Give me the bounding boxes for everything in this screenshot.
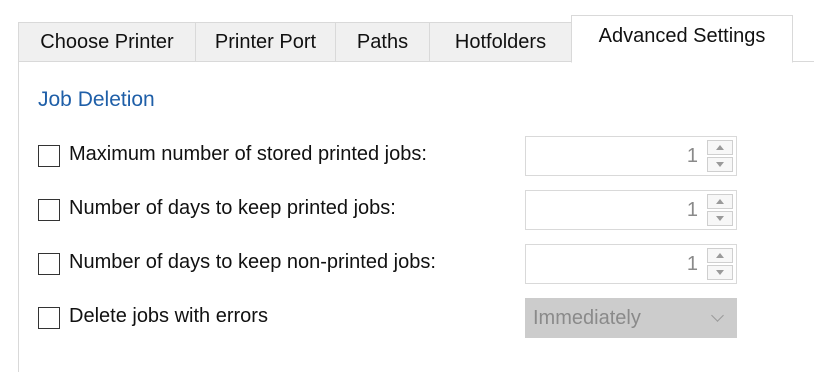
tab-printer-port[interactable]: Printer Port — [195, 22, 336, 62]
days-keep-non-printed-jobs-checkbox[interactable] — [38, 253, 60, 275]
delete-errors-timing-dropdown[interactable]: Immediately — [525, 298, 737, 338]
days-keep-non-printed-jobs-spinbox[interactable]: 1 — [525, 244, 737, 284]
spin-down-button[interactable] — [707, 265, 733, 280]
days-keep-printed-jobs-label: Number of days to keep printed jobs: — [69, 197, 396, 219]
tab-label: Advanced Settings — [598, 25, 766, 47]
row-delete-jobs-with-errors: Delete jobs with errors Immediately — [38, 298, 738, 338]
row-days-keep-non-printed-jobs: Number of days to keep non-printed jobs:… — [38, 244, 738, 284]
row-max-stored-printed-jobs: Maximum number of stored printed jobs: 1 — [38, 136, 738, 176]
spin-down-button[interactable] — [707, 211, 733, 226]
tab-strip: Choose Printer Printer Port Paths Hotfol… — [18, 15, 793, 63]
spinbox-buttons — [707, 140, 733, 172]
triangle-up-icon — [716, 145, 724, 150]
spin-up-button[interactable] — [707, 140, 733, 155]
max-stored-printed-jobs-spinbox[interactable]: 1 — [525, 136, 737, 176]
delete-jobs-with-errors-label: Delete jobs with errors — [69, 305, 268, 327]
triangle-up-icon — [716, 253, 724, 258]
triangle-up-icon — [716, 199, 724, 204]
spinbox-value: 1 — [686, 145, 698, 167]
tab-label: Paths — [356, 30, 409, 53]
advanced-settings-dialog: Choose Printer Printer Port Paths Hotfol… — [0, 0, 814, 372]
tab-hotfolders[interactable]: Hotfolders — [429, 22, 572, 62]
spinbox-value: 1 — [686, 253, 698, 275]
spin-up-button[interactable] — [707, 248, 733, 263]
row-days-keep-printed-jobs: Number of days to keep printed jobs: 1 — [38, 190, 738, 230]
days-keep-printed-jobs-spinbox[interactable]: 1 — [525, 190, 737, 230]
triangle-down-icon — [716, 162, 724, 167]
spin-up-button[interactable] — [707, 194, 733, 209]
tab-advanced-settings[interactable]: Advanced Settings — [571, 15, 793, 63]
spinbox-buttons — [707, 248, 733, 280]
tab-paths[interactable]: Paths — [335, 22, 430, 62]
chevron-down-icon — [711, 309, 724, 322]
triangle-down-icon — [716, 216, 724, 221]
triangle-down-icon — [716, 270, 724, 275]
max-stored-printed-jobs-checkbox[interactable] — [38, 145, 60, 167]
days-keep-printed-jobs-checkbox[interactable] — [38, 199, 60, 221]
tab-label: Choose Printer — [40, 30, 174, 53]
spin-down-button[interactable] — [707, 157, 733, 172]
dropdown-selected-value: Immediately — [533, 307, 641, 329]
spinbox-value: 1 — [686, 199, 698, 221]
days-keep-non-printed-jobs-label: Number of days to keep non-printed jobs: — [69, 251, 436, 273]
max-stored-printed-jobs-label: Maximum number of stored printed jobs: — [69, 143, 427, 165]
tab-label: Hotfolders — [454, 30, 547, 53]
delete-jobs-with-errors-checkbox[interactable] — [38, 307, 60, 329]
spinbox-buttons — [707, 194, 733, 226]
tab-choose-printer[interactable]: Choose Printer — [18, 22, 196, 62]
group-title-job-deletion: Job Deletion — [38, 88, 155, 111]
tab-label: Printer Port — [214, 30, 317, 53]
